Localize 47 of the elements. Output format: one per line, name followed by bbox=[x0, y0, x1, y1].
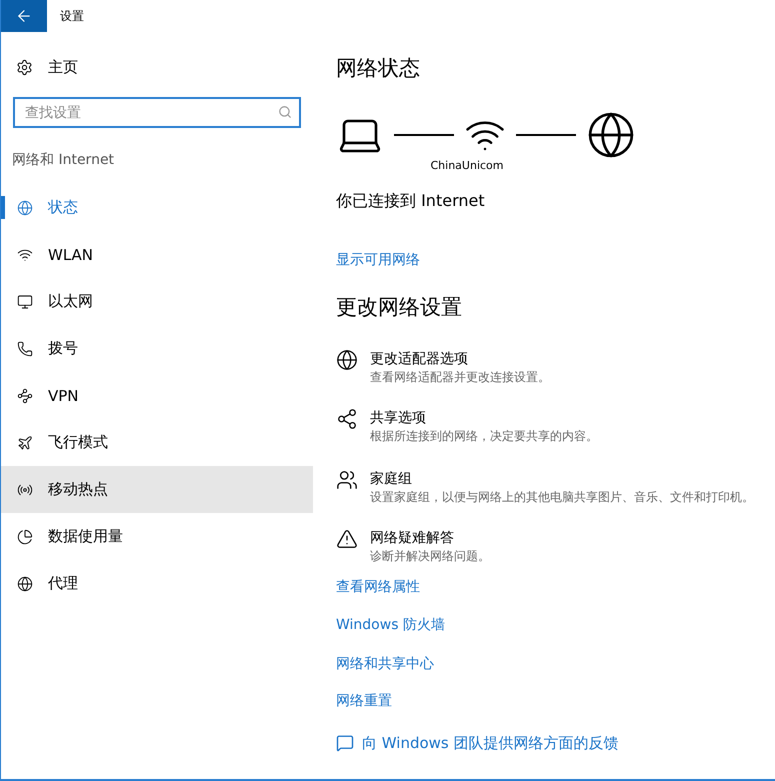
option-description: 诊断并解决网络问题。 bbox=[370, 548, 490, 565]
option-description: 设置家庭组，以便与网络上的其他电脑共享图片、音乐、文件和打印机。 bbox=[370, 489, 754, 506]
connection-status: 你已连接到 Internet bbox=[336, 190, 486, 212]
option-title[interactable]: 更改适配器选项 bbox=[370, 349, 550, 369]
sidebar-item[interactable]: 飞行模式 bbox=[1, 419, 313, 466]
globe-icon bbox=[17, 200, 33, 216]
settings-link[interactable]: Windows 防火墙 bbox=[336, 614, 445, 636]
search-field[interactable]: 查找设置 bbox=[13, 97, 301, 128]
back-button[interactable] bbox=[1, 0, 47, 32]
option-title[interactable]: 家庭组 bbox=[370, 469, 754, 489]
settings-link[interactable]: 查看网络属性 bbox=[336, 576, 420, 598]
share-icon[interactable] bbox=[336, 408, 358, 430]
pie-chart-icon bbox=[17, 528, 33, 544]
sidebar-item[interactable]: 状态 bbox=[1, 184, 313, 231]
section-title: 更改网络设置 bbox=[336, 294, 463, 321]
feedback-icon[interactable] bbox=[336, 734, 354, 752]
monitor-icon bbox=[17, 294, 33, 310]
sidebar-item[interactable]: 以太网 bbox=[1, 278, 313, 325]
warning-icon[interactable] bbox=[336, 528, 358, 550]
sidebar-item[interactable]: 拨号 bbox=[1, 325, 313, 372]
option-description: 根据所连接到的网络，决定要共享的内容。 bbox=[370, 428, 598, 445]
option-description: 查看网络适配器并更改连接设置。 bbox=[370, 369, 550, 386]
globe-icon bbox=[586, 110, 636, 160]
sidebar-item[interactable]: VPN bbox=[1, 372, 313, 419]
sidebar-item[interactable]: 代理 bbox=[1, 560, 313, 607]
feedback-link[interactable]: 向 Windows 团队提供网络方面的反馈 bbox=[362, 732, 618, 754]
sidebar-item[interactable]: WLAN bbox=[1, 231, 313, 278]
globe-icon[interactable] bbox=[336, 349, 358, 371]
phone-icon bbox=[17, 340, 33, 356]
settings-link[interactable]: 网络重置 bbox=[336, 690, 392, 712]
vpn-icon bbox=[17, 388, 33, 404]
settings-link[interactable]: 网络和共享中心 bbox=[336, 653, 434, 675]
network-name: ChinaUnicom bbox=[430, 159, 504, 173]
page-title: 网络状态 bbox=[336, 55, 421, 82]
section-heading: 网络和 Internet bbox=[11, 151, 116, 170]
sidebar-item[interactable]: 数据使用量 bbox=[1, 513, 313, 560]
window-title: 设置 bbox=[60, 8, 84, 24]
airplane-icon bbox=[17, 434, 33, 450]
show-networks-link[interactable]: 显示可用网络 bbox=[336, 249, 420, 271]
option-title[interactable]: 网络疑难解答 bbox=[370, 528, 490, 548]
home-link[interactable]: 主页 bbox=[48, 58, 78, 76]
globe-icon bbox=[17, 576, 33, 592]
search-icon[interactable] bbox=[278, 105, 292, 119]
settings-icon[interactable] bbox=[16, 58, 33, 76]
sidebar-item[interactable]: 移动热点 bbox=[1, 466, 313, 513]
option-title[interactable]: 共享选项 bbox=[370, 408, 598, 428]
people-icon[interactable] bbox=[336, 469, 358, 491]
